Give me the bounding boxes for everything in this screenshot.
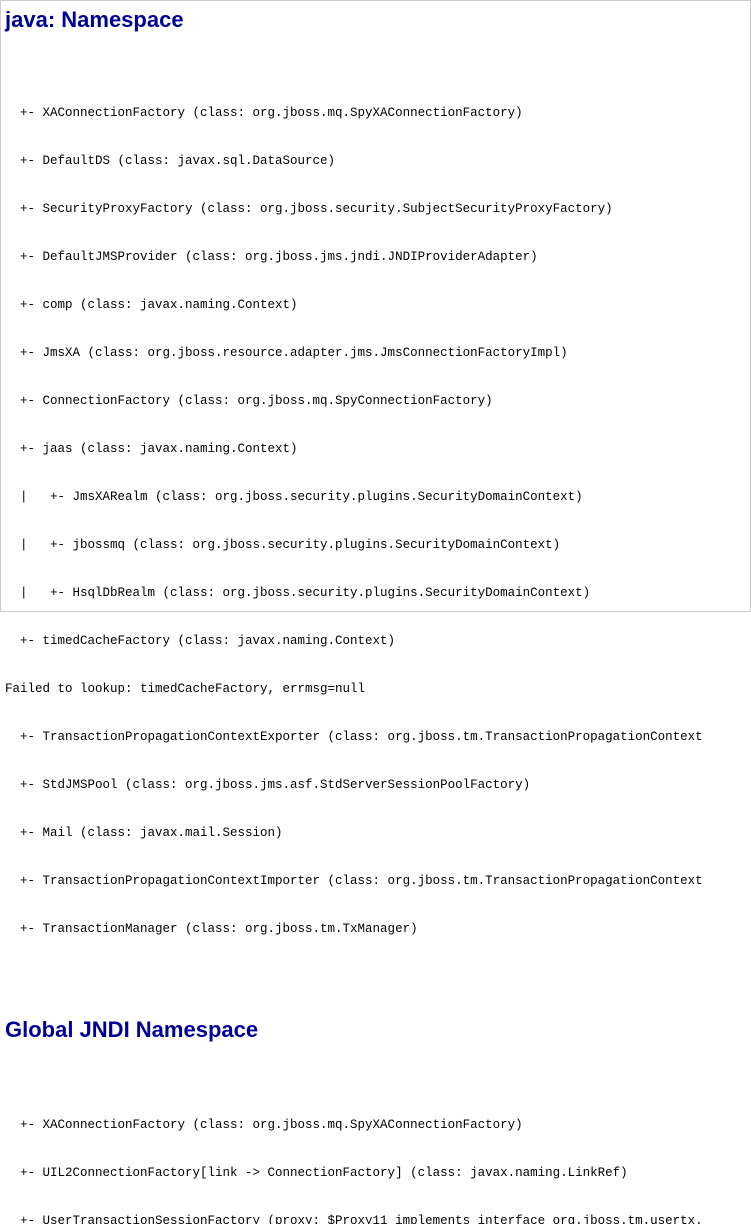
global-jndi-tree: +- XAConnectionFactory (class: org.jboss… xyxy=(5,1085,746,1224)
java-namespace-heading: java: Namespace xyxy=(5,7,746,33)
tree-line: +- TransactionPropagationContextImporter… xyxy=(5,873,746,889)
tree-line: +- XAConnectionFactory (class: org.jboss… xyxy=(5,1117,746,1133)
tree-line: +- TransactionPropagationContextExporter… xyxy=(5,729,746,745)
global-jndi-heading: Global JNDI Namespace xyxy=(5,1017,746,1043)
tree-line: +- DefaultJMSProvider (class: org.jboss.… xyxy=(5,249,746,265)
tree-line: +- comp (class: javax.naming.Context) xyxy=(5,297,746,313)
tree-line: +- UserTransactionSessionFactory (proxy:… xyxy=(5,1213,746,1224)
tree-line: +- ConnectionFactory (class: org.jboss.m… xyxy=(5,393,746,409)
tree-line: Failed to lookup: timedCacheFactory, err… xyxy=(5,681,746,697)
tree-line: | +- jbossmq (class: org.jboss.security.… xyxy=(5,537,746,553)
tree-line: +- Mail (class: javax.mail.Session) xyxy=(5,825,746,841)
tree-line: | +- HsqlDbRealm (class: org.jboss.secur… xyxy=(5,585,746,601)
tree-line: +- jaas (class: javax.naming.Context) xyxy=(5,441,746,457)
tree-line: +- JmsXA (class: org.jboss.resource.adap… xyxy=(5,345,746,361)
tree-line: +- StdJMSPool (class: org.jboss.jms.asf.… xyxy=(5,777,746,793)
java-namespace-tree: +- XAConnectionFactory (class: org.jboss… xyxy=(5,73,746,969)
tree-line: | +- JmsXARealm (class: org.jboss.securi… xyxy=(5,489,746,505)
tree-line: +- timedCacheFactory (class: javax.namin… xyxy=(5,633,746,649)
tree-line: +- XAConnectionFactory (class: org.jboss… xyxy=(5,105,746,121)
tree-line: +- SecurityProxyFactory (class: org.jbos… xyxy=(5,201,746,217)
tree-line: +- TransactionManager (class: org.jboss.… xyxy=(5,921,746,937)
document-content: java: Namespace +- XAConnectionFactory (… xyxy=(1,1,750,1224)
tree-line: +- UIL2ConnectionFactory[link -> Connect… xyxy=(5,1165,746,1181)
tree-line: +- DefaultDS (class: javax.sql.DataSourc… xyxy=(5,153,746,169)
